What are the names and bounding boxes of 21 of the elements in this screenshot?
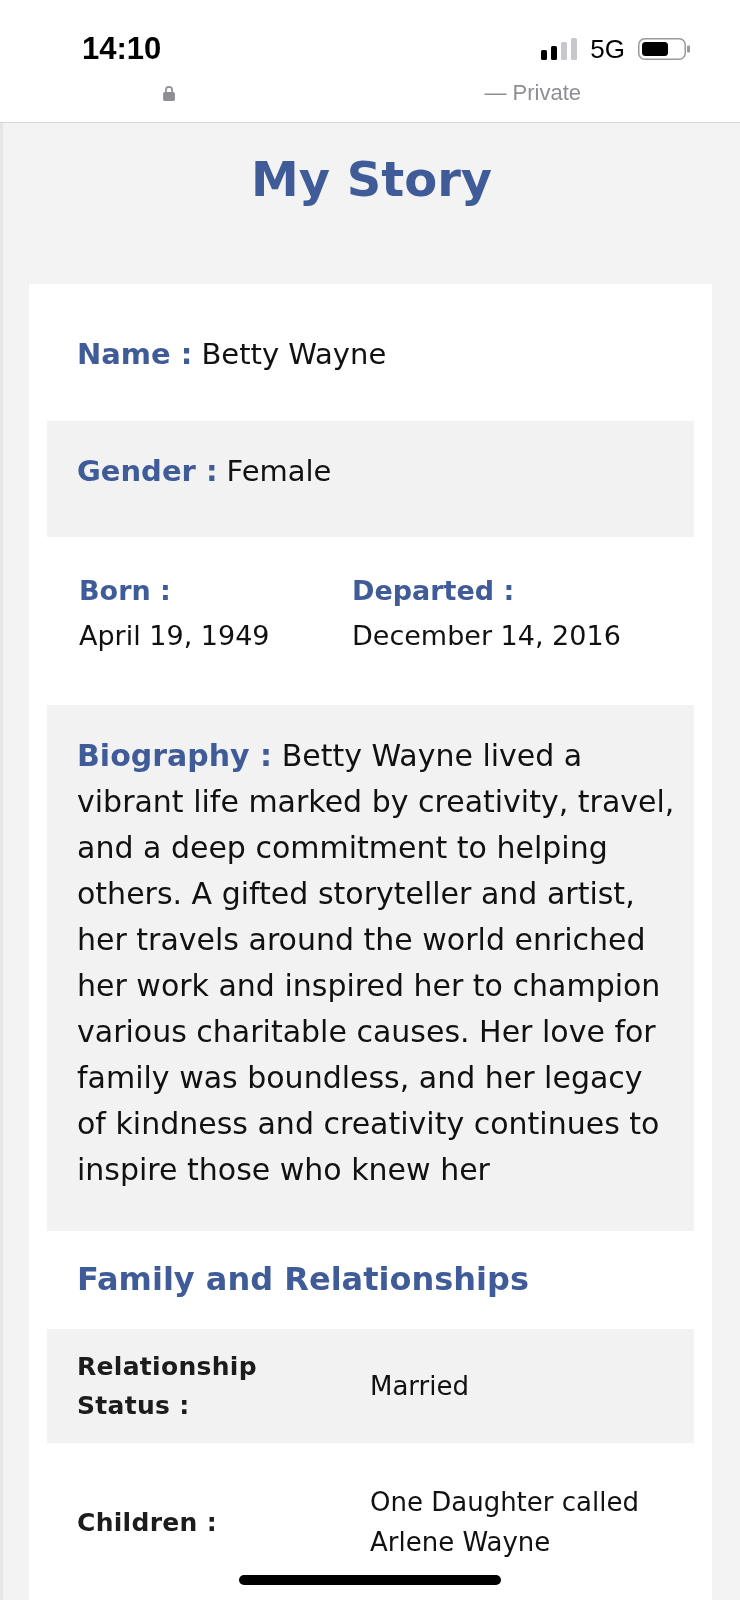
signal-icon xyxy=(541,38,578,60)
field-label: Name : xyxy=(77,336,193,373)
clock-time: 14:10 xyxy=(82,30,162,68)
field-value: Female xyxy=(226,453,332,490)
detail-value: Married xyxy=(370,1370,470,1403)
lock-icon xyxy=(163,85,175,101)
date-label: Born : xyxy=(79,576,171,606)
battery-icon xyxy=(638,38,690,60)
detail-label: Relationship Status : xyxy=(77,1351,258,1422)
page-title: My Story xyxy=(250,151,493,207)
field-value: Betty Wayne xyxy=(201,336,387,373)
date-label: Departed : xyxy=(352,576,515,606)
biography-text: Biography : Betty Wayne lived a vibrant life marked by creativity, travel, and a deep commitment to helping others. A gifted storyteller and artist, her travels around the world enriched her work and inspired her to champion various charitable causes. Her love for family was boundless, and her legacy of kindness and creativity continues to inspire those who knew her xyxy=(77,737,676,1189)
detail-value: One Daughter called Arlene Wayne xyxy=(370,1486,640,1559)
field-label: Gender : xyxy=(77,453,218,490)
date-value: December 14, 2016 xyxy=(352,619,621,653)
section-heading: Family and Relationships xyxy=(76,1259,530,1300)
detail-label: Children : xyxy=(77,1506,218,1539)
network-label: 5G xyxy=(590,34,625,64)
date-value: April 19, 1949 xyxy=(79,619,270,653)
private-browsing-label: — Private xyxy=(484,80,581,106)
